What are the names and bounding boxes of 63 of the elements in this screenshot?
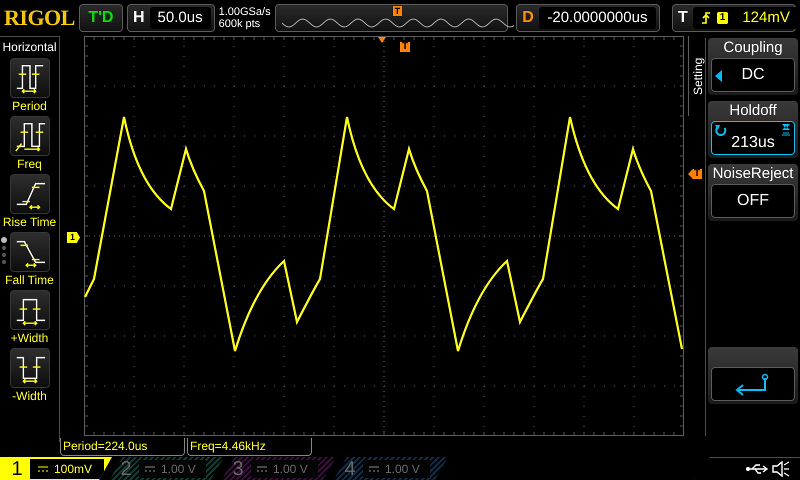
menu-title: NoiseReject xyxy=(712,164,794,184)
rotate-icon xyxy=(715,124,727,136)
measurement-readout: Freq=4.46kHz xyxy=(187,438,312,456)
channel-scale: 1.00 V xyxy=(385,461,420,478)
trigger-marker: T xyxy=(392,6,402,16)
measure-button[interactable] xyxy=(10,58,50,98)
measure-button[interactable] xyxy=(10,174,50,214)
measure-label: +Width xyxy=(10,330,48,346)
measure-button[interactable] xyxy=(10,116,50,156)
dc-coupling-icon xyxy=(257,466,267,472)
channel-number: 1 xyxy=(10,457,24,480)
timebase-value: 50.0us xyxy=(150,7,211,29)
menu-title: Horizontal xyxy=(1,39,58,56)
knob-icon xyxy=(781,124,791,136)
left-arrow-icon xyxy=(715,70,722,82)
trigger-level: 124mV xyxy=(742,8,790,28)
page-dot[interactable] xyxy=(2,260,6,264)
trigger-source: 1 xyxy=(716,12,728,24)
channel-scale: 100mV xyxy=(54,461,92,478)
channel-tab[interactable]: 1 100mV xyxy=(0,457,112,480)
delay-value: -20.0000000us xyxy=(538,7,656,29)
channel-marker: 1 xyxy=(67,232,80,243)
dc-coupling-icon xyxy=(369,466,379,472)
run-status: T'D xyxy=(78,4,123,32)
page-dot[interactable] xyxy=(1,237,7,243)
timebase-label: H xyxy=(132,8,146,28)
menu-value[interactable]: OFF xyxy=(711,184,795,218)
sample-rate: 1.00GSa/s xyxy=(218,6,271,18)
trigger-panel[interactable]: T 1 124mV xyxy=(672,4,796,32)
page-dot[interactable] xyxy=(2,246,6,250)
measure-label: -Width xyxy=(12,388,47,404)
dc-coupling-icon xyxy=(145,466,155,472)
timebase-panel[interactable]: H 50.0us xyxy=(126,4,215,32)
page-dot[interactable] xyxy=(2,253,6,257)
measure-button[interactable] xyxy=(10,290,50,330)
measure-button[interactable] xyxy=(10,232,50,272)
menu-title: Coupling xyxy=(722,38,784,58)
trigger-label: T xyxy=(676,8,689,28)
delay-panel[interactable]: D -20.0000000us xyxy=(516,4,660,32)
trigger-position-icon xyxy=(378,37,386,43)
measurement-readout: Period=224.0us xyxy=(60,438,185,456)
measure-button[interactable] xyxy=(10,348,50,388)
memory-depth: 600k pts xyxy=(218,18,262,30)
delay-label: D xyxy=(521,8,535,28)
rising-edge-icon xyxy=(700,11,711,25)
menu-value[interactable]: DC xyxy=(711,58,795,92)
dc-coupling-icon xyxy=(38,466,48,472)
trigger-level-marker: T xyxy=(688,169,702,179)
usb-icon xyxy=(746,463,768,475)
trigger-position-marker: T xyxy=(400,42,410,52)
measure-label: Period xyxy=(12,98,47,114)
back-button[interactable] xyxy=(711,367,795,401)
measure-label: Rise Time xyxy=(2,214,56,230)
menu-title: Holdoff xyxy=(728,101,778,121)
channel-scale: 1.00 V xyxy=(273,461,308,478)
speaker-muted-icon xyxy=(772,461,790,477)
menu-value[interactable]: 213us xyxy=(711,121,795,155)
brand-logo: RIGOL xyxy=(4,7,75,29)
menu-tab[interactable]: Setting xyxy=(688,36,706,116)
measure-label: Freq xyxy=(17,156,42,172)
measure-label: Fall Time xyxy=(5,272,54,288)
waveform-overview-icon xyxy=(282,18,514,28)
channel-scale: 1.00 V xyxy=(161,461,196,478)
